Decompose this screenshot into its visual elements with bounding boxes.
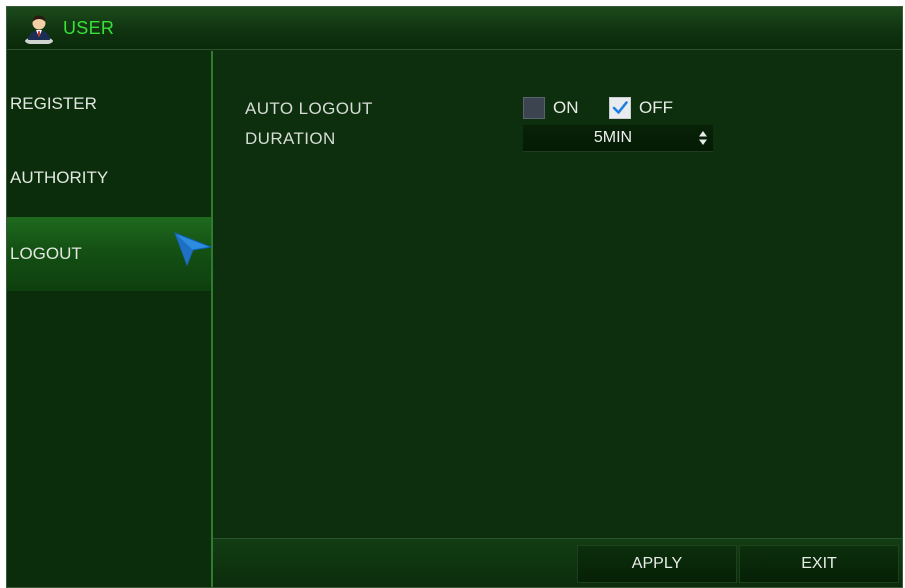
auto-logout-off-option[interactable]: OFF bbox=[609, 97, 673, 119]
auto-logout-off-checkbox[interactable] bbox=[609, 97, 631, 119]
window-title: USER bbox=[63, 17, 115, 38]
sidebar-item-label: LOGOUT bbox=[10, 244, 82, 263]
exit-button[interactable]: EXIT bbox=[739, 545, 899, 583]
auto-logout-on-option[interactable]: ON bbox=[523, 97, 579, 119]
sidebar: REGISTER AUTHORITY LOGOUT bbox=[7, 51, 211, 587]
apply-button[interactable]: APPLY bbox=[577, 545, 737, 583]
duration-select[interactable]: 5MIN bbox=[523, 125, 713, 152]
duration-value: 5MIN bbox=[593, 129, 633, 146]
user-icon bbox=[25, 15, 53, 44]
user-settings-window: USER REGISTER AUTHORITY LOGOUT AUTO LOGO… bbox=[6, 6, 903, 588]
logout-settings-panel: AUTO LOGOUT ON OFF DURATION 5MIN APPLY E… bbox=[213, 51, 902, 587]
sidebar-item-authority[interactable]: AUTHORITY bbox=[7, 141, 211, 215]
sidebar-item-label: AUTHORITY bbox=[10, 168, 109, 187]
up-down-arrows-icon[interactable] bbox=[693, 125, 713, 151]
title-bar: USER bbox=[7, 7, 902, 50]
checkmark-icon bbox=[612, 101, 628, 114]
footer-bar: APPLY EXIT bbox=[213, 538, 902, 587]
auto-logout-on-label: ON bbox=[553, 98, 579, 117]
auto-logout-on-checkbox[interactable] bbox=[523, 97, 545, 119]
sidebar-item-register[interactable]: REGISTER bbox=[7, 67, 211, 141]
auto-logout-off-label: OFF bbox=[639, 98, 673, 117]
auto-logout-label: AUTO LOGOUT bbox=[245, 99, 373, 118]
mouse-cursor-icon bbox=[174, 232, 213, 267]
sidebar-item-label: REGISTER bbox=[10, 94, 97, 113]
duration-label: DURATION bbox=[245, 129, 336, 148]
